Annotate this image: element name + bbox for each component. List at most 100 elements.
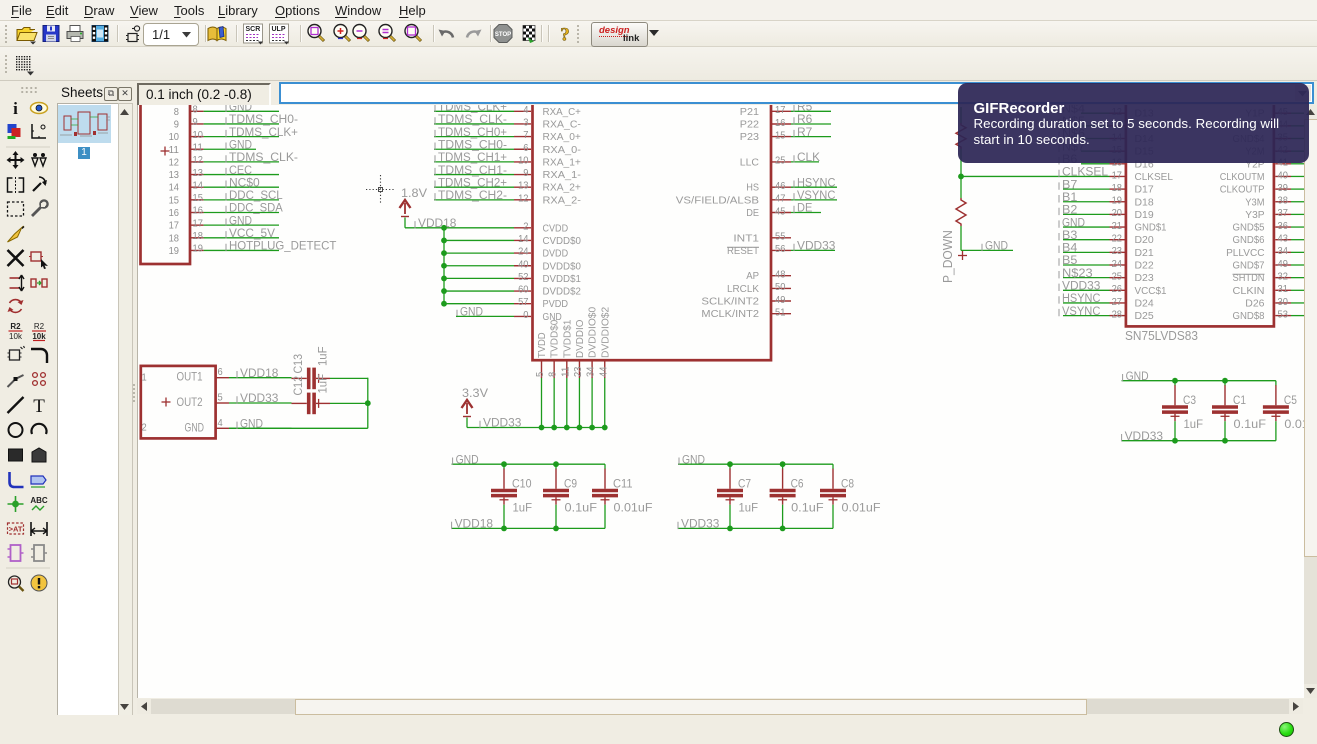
svg-text:DVDDIO: DVDDIO [575,319,586,358]
svg-text:0: 0 [523,309,528,321]
svg-text:AP: AP [746,271,759,282]
svg-text:8: 8 [193,105,198,116]
svg-text:DVDD$0: DVDD$0 [543,261,582,272]
svg-text:1: 1 [142,372,147,384]
svg-text:16: 16 [193,205,204,217]
svg-text:ABC: ABC [30,496,48,505]
svg-text:C8: C8 [841,477,854,491]
svg-text:OUT2: OUT2 [177,395,203,409]
svg-text:40: 40 [1278,169,1289,181]
svg-text:MCLK/INT2: MCLK/INT2 [701,309,759,320]
svg-text:3: 3 [523,116,528,128]
svg-text:15: 15 [169,194,180,206]
svg-text:24: 24 [1112,258,1123,270]
svg-text:0.1uF: 0.1uF [1234,417,1267,431]
svg-text:1uF: 1uF [739,501,759,515]
svg-text:23: 23 [1112,245,1123,257]
svg-text:10k: 10k [9,332,23,341]
svg-text:22: 22 [1112,233,1123,245]
svg-text:1uF: 1uF [316,374,330,394]
svg-text:D20: D20 [1135,235,1155,246]
svg-text:10k: 10k [32,332,46,341]
svg-text:C11: C11 [613,477,633,491]
svg-text:8: 8 [174,106,179,118]
svg-text:55: 55 [775,231,786,243]
svg-text:RXA_0+: RXA_0+ [543,132,582,143]
svg-text:11: 11 [559,366,571,377]
svg-text:OUT1: OUT1 [177,370,203,384]
svg-text:24: 24 [518,246,529,258]
svg-text:56: 56 [775,243,786,255]
svg-text:P21: P21 [740,107,759,118]
svg-text:52: 52 [518,271,529,283]
svg-text:27: 27 [1112,296,1123,308]
svg-text:60: 60 [518,284,529,296]
svg-text:48: 48 [775,269,786,281]
svg-text:32: 32 [1278,270,1289,282]
svg-text:31: 31 [1278,283,1289,295]
svg-text:18: 18 [193,230,204,242]
svg-text:PLLVCC: PLLVCC [1226,248,1264,259]
svg-text:GND$1: GND$1 [1135,223,1167,234]
svg-text:4: 4 [523,105,528,116]
svg-text:17: 17 [169,220,180,232]
svg-text:C9: C9 [564,477,577,491]
svg-text:37: 37 [1278,207,1289,219]
svg-text:6: 6 [523,142,528,154]
svg-text:17: 17 [193,217,204,229]
svg-text:CLKOUTP: CLKOUTP [1220,185,1265,196]
svg-text:VS/FIELD/ALSB: VS/FIELD/ALSB [676,195,760,206]
svg-text:RXA_0-: RXA_0- [543,145,581,156]
svg-text:6: 6 [218,366,223,378]
svg-text:51: 51 [775,307,786,319]
svg-text:C6: C6 [791,477,804,491]
svg-text:14: 14 [518,233,529,245]
svg-text:43: 43 [1278,233,1289,245]
svg-text:DVDD$2: DVDD$2 [543,287,581,298]
svg-text:D18: D18 [1135,197,1155,208]
svg-text:8: 8 [547,372,559,377]
svg-text:D26: D26 [1245,298,1265,309]
svg-text:18: 18 [1112,182,1123,194]
svg-text:LRCLK: LRCLK [727,284,759,295]
svg-text:RXA_1+: RXA_1+ [543,157,582,168]
svg-text:SN75LVDS83: SN75LVDS83 [1125,328,1198,343]
svg-text:1.8V: 1.8V [401,186,427,200]
svg-text:D24: D24 [1135,298,1155,309]
svg-text:VCC$1: VCC$1 [1135,286,1167,297]
svg-text:19: 19 [193,243,204,255]
svg-text:11: 11 [193,141,204,153]
svg-text:2: 2 [142,422,147,434]
svg-text:0.01uF: 0.01uF [614,501,653,515]
svg-text:VDD33: VDD33 [240,391,278,405]
svg-text:7: 7 [523,129,528,141]
svg-text:SHTDN: SHTDN [1233,273,1265,284]
svg-text:DVDDIO$2: DVDDIO$2 [600,307,611,358]
svg-text:RXA_C+: RXA_C+ [543,107,582,118]
svg-text:DE: DE [746,208,759,219]
svg-text:i: i [13,99,18,118]
svg-text:10: 10 [193,129,204,141]
svg-text:GND$8: GND$8 [1233,311,1266,322]
svg-text:34: 34 [1278,245,1289,257]
svg-text:D21: D21 [1135,248,1154,259]
svg-text:VDD18: VDD18 [240,366,278,380]
svg-text:TVDD: TVDD [537,332,548,358]
svg-text:P23: P23 [740,132,760,143]
svg-text:LLC: LLC [740,157,759,168]
svg-text:11: 11 [169,144,180,156]
svg-text:15: 15 [193,192,204,204]
svg-text:12: 12 [169,156,180,168]
svg-text:1uF: 1uF [316,347,330,367]
svg-text:C7: C7 [738,477,751,491]
svg-text:P_DOWN: P_DOWN [940,230,955,283]
svg-text:53: 53 [1278,308,1289,320]
svg-text:DVDD: DVDD [543,249,569,260]
svg-text:10: 10 [518,154,529,166]
svg-text:46: 46 [775,180,786,192]
svg-text:25: 25 [1112,270,1123,282]
svg-text:R7: R7 [797,125,812,139]
svg-text:RXA_2-: RXA_2- [543,195,581,206]
svg-text:Y3P: Y3P [1245,210,1265,221]
svg-text:16: 16 [169,207,180,219]
